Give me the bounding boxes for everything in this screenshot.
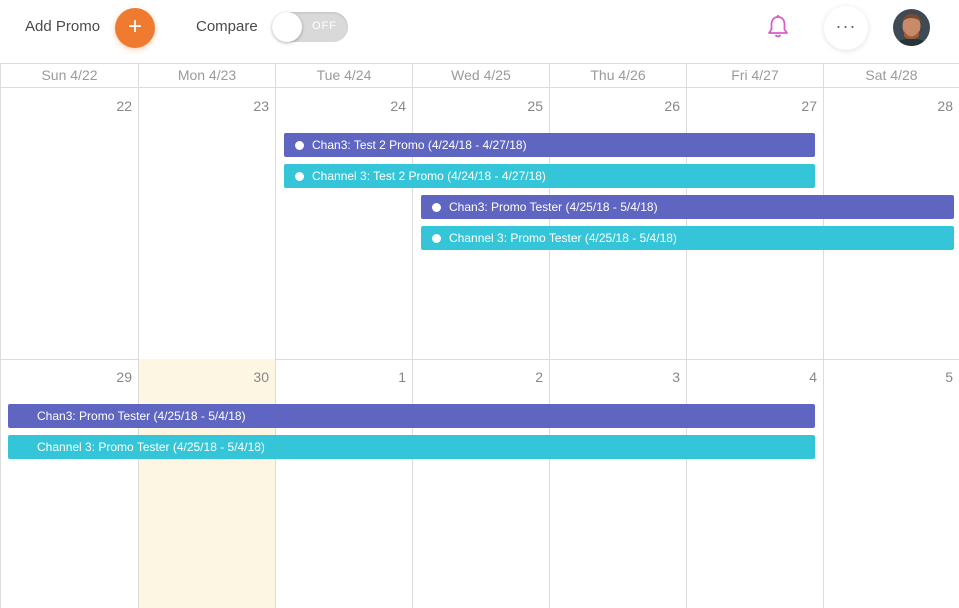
day-cell[interactable]: 26 [549,88,686,359]
event-dot-icon [295,141,304,150]
add-promo-label: Add Promo [25,18,101,35]
header-tue: Tue 4/24 [275,64,412,88]
day-number: 27 [801,98,817,114]
day-cell[interactable]: 25 [412,88,549,359]
day-cell[interactable]: 23 [138,88,275,359]
day-number: 25 [527,98,543,114]
day-cell[interactable]: 22 [0,88,138,359]
day-number: 4 [809,369,817,385]
add-promo-button[interactable]: + [115,8,155,48]
event-bar[interactable]: Chan3: Promo Tester (4/25/18 - 5/4/18) [8,404,815,428]
header-fri: Fri 4/27 [686,64,823,88]
event-bar[interactable]: Chan3: Test 2 Promo (4/24/18 - 4/27/18) [284,133,815,157]
event-title: Channel 3: Test 2 Promo (4/24/18 - 4/27/… [312,169,546,183]
event-bar[interactable]: Channel 3: Test 2 Promo (4/24/18 - 4/27/… [284,164,815,188]
day-number: 26 [664,98,680,114]
user-avatar[interactable] [893,9,930,46]
event-dot-icon [432,203,441,212]
day-cell[interactable]: 28 [823,88,959,359]
day-cell[interactable]: 4 [686,359,823,608]
day-number: 22 [116,98,132,114]
event-bar[interactable]: Chan3: Promo Tester (4/25/18 - 5/4/18) [421,195,954,219]
event-title: Chan3: Promo Tester (4/25/18 - 5/4/18) [449,200,658,214]
header-sat: Sat 4/28 [823,64,959,88]
event-bar[interactable]: Channel 3: Promo Tester (4/25/18 - 5/4/1… [8,435,815,459]
header-mon: Mon 4/23 [138,64,275,88]
header-thu: Thu 4/26 [549,64,686,88]
week-row: 29 30 1 2 3 4 5 [0,359,959,608]
day-cell[interactable]: 5 [823,359,959,608]
top-toolbar: Add Promo + Compare OFF ··· [0,0,959,63]
day-number: 29 [116,369,132,385]
toggle-knob [272,12,302,42]
day-cell[interactable]: 2 [412,359,549,608]
compare-toggle[interactable]: OFF [272,12,348,42]
day-cell[interactable]: 27 [686,88,823,359]
day-number: 24 [390,98,406,114]
day-cell[interactable]: 24 [275,88,412,359]
day-number: 28 [937,98,953,114]
toggle-state-text: OFF [312,20,337,32]
header-sun: Sun 4/22 [0,64,138,88]
day-cell[interactable]: 3 [549,359,686,608]
week-row: 22 23 24 25 26 27 28 [0,88,959,360]
month-calendar: Sun 4/22 Mon 4/23 Tue 4/24 Wed 4/25 Thu … [0,63,959,608]
event-dot-icon [432,234,441,243]
event-bar[interactable]: Channel 3: Promo Tester (4/25/18 - 5/4/1… [421,226,954,250]
day-number: 5 [945,369,953,385]
weekday-header-row: Sun 4/22 Mon 4/23 Tue 4/24 Wed 4/25 Thu … [0,63,959,88]
header-wed: Wed 4/25 [412,64,549,88]
day-number: 23 [253,98,269,114]
event-title: Chan3: Promo Tester (4/25/18 - 5/4/18) [37,409,246,423]
compare-label: Compare [196,18,258,35]
event-title: Channel 3: Promo Tester (4/25/18 - 5/4/1… [449,231,677,245]
day-number: 2 [535,369,543,385]
day-number: 3 [672,369,680,385]
event-dot-icon [295,172,304,181]
day-cell[interactable]: 29 [0,359,138,608]
event-title: Channel 3: Promo Tester (4/25/18 - 5/4/1… [37,440,265,454]
day-number: 30 [253,369,269,385]
event-title: Chan3: Test 2 Promo (4/24/18 - 4/27/18) [312,138,527,152]
bell-icon[interactable] [766,14,790,40]
more-options-button[interactable]: ··· [824,6,868,50]
day-number: 1 [398,369,406,385]
today-cell[interactable]: 30 [138,359,275,608]
day-cell[interactable]: 1 [275,359,412,608]
